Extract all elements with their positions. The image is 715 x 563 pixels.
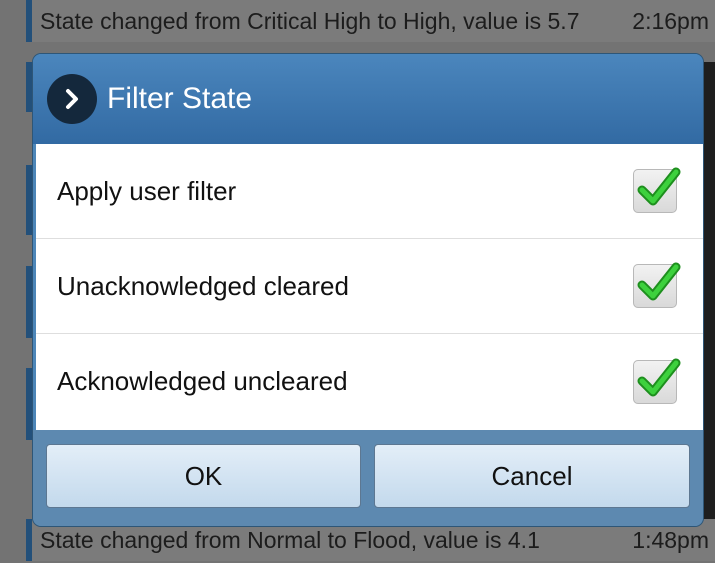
- option-label: Acknowledged uncleared: [57, 366, 348, 396]
- acknowledged-uncleared-checkbox[interactable]: [633, 358, 681, 404]
- row-accent: [26, 62, 32, 112]
- list-item-time: 1:48pm: [632, 526, 709, 553]
- checkmark-icon: [637, 358, 681, 396]
- unacknowledged-cleared-checkbox[interactable]: [633, 262, 681, 308]
- row-accent: [26, 368, 32, 440]
- checkmark-icon: [637, 167, 681, 206]
- list-item-message: State changed from Critical High to High…: [40, 7, 580, 34]
- chevron-right-icon: [47, 74, 97, 124]
- option-acknowledged-uncleared[interactable]: Acknowledged uncleared: [36, 334, 703, 429]
- option-label: Apply user filter: [57, 175, 237, 206]
- dialog-button-bar: OK Cancel: [33, 430, 703, 526]
- filter-options: Apply user filter Unacknowledged cleared…: [36, 144, 703, 430]
- background-edge: [702, 62, 715, 522]
- filter-state-dialog: Filter State Apply user filter Unacknowl…: [33, 54, 703, 526]
- option-unacknowledged-cleared[interactable]: Unacknowledged cleared: [36, 239, 703, 334]
- list-item: State changed from Critical High to High…: [26, 0, 715, 42]
- dialog-title: Filter State: [107, 82, 253, 115]
- row-accent: [26, 266, 32, 338]
- checkmark-icon: [637, 262, 681, 301]
- option-apply-user-filter[interactable]: Apply user filter: [36, 144, 703, 239]
- list-item-time: 2:16pm: [632, 7, 709, 34]
- list-item-message: State changed from Normal to Flood, valu…: [40, 526, 540, 553]
- dialog-header: Filter State: [33, 54, 703, 144]
- apply-user-filter-checkbox[interactable]: [633, 167, 681, 213]
- cancel-button[interactable]: Cancel: [374, 444, 690, 508]
- option-label: Unacknowledged cleared: [57, 270, 349, 301]
- row-accent: [26, 165, 32, 235]
- ok-button[interactable]: OK: [46, 444, 361, 508]
